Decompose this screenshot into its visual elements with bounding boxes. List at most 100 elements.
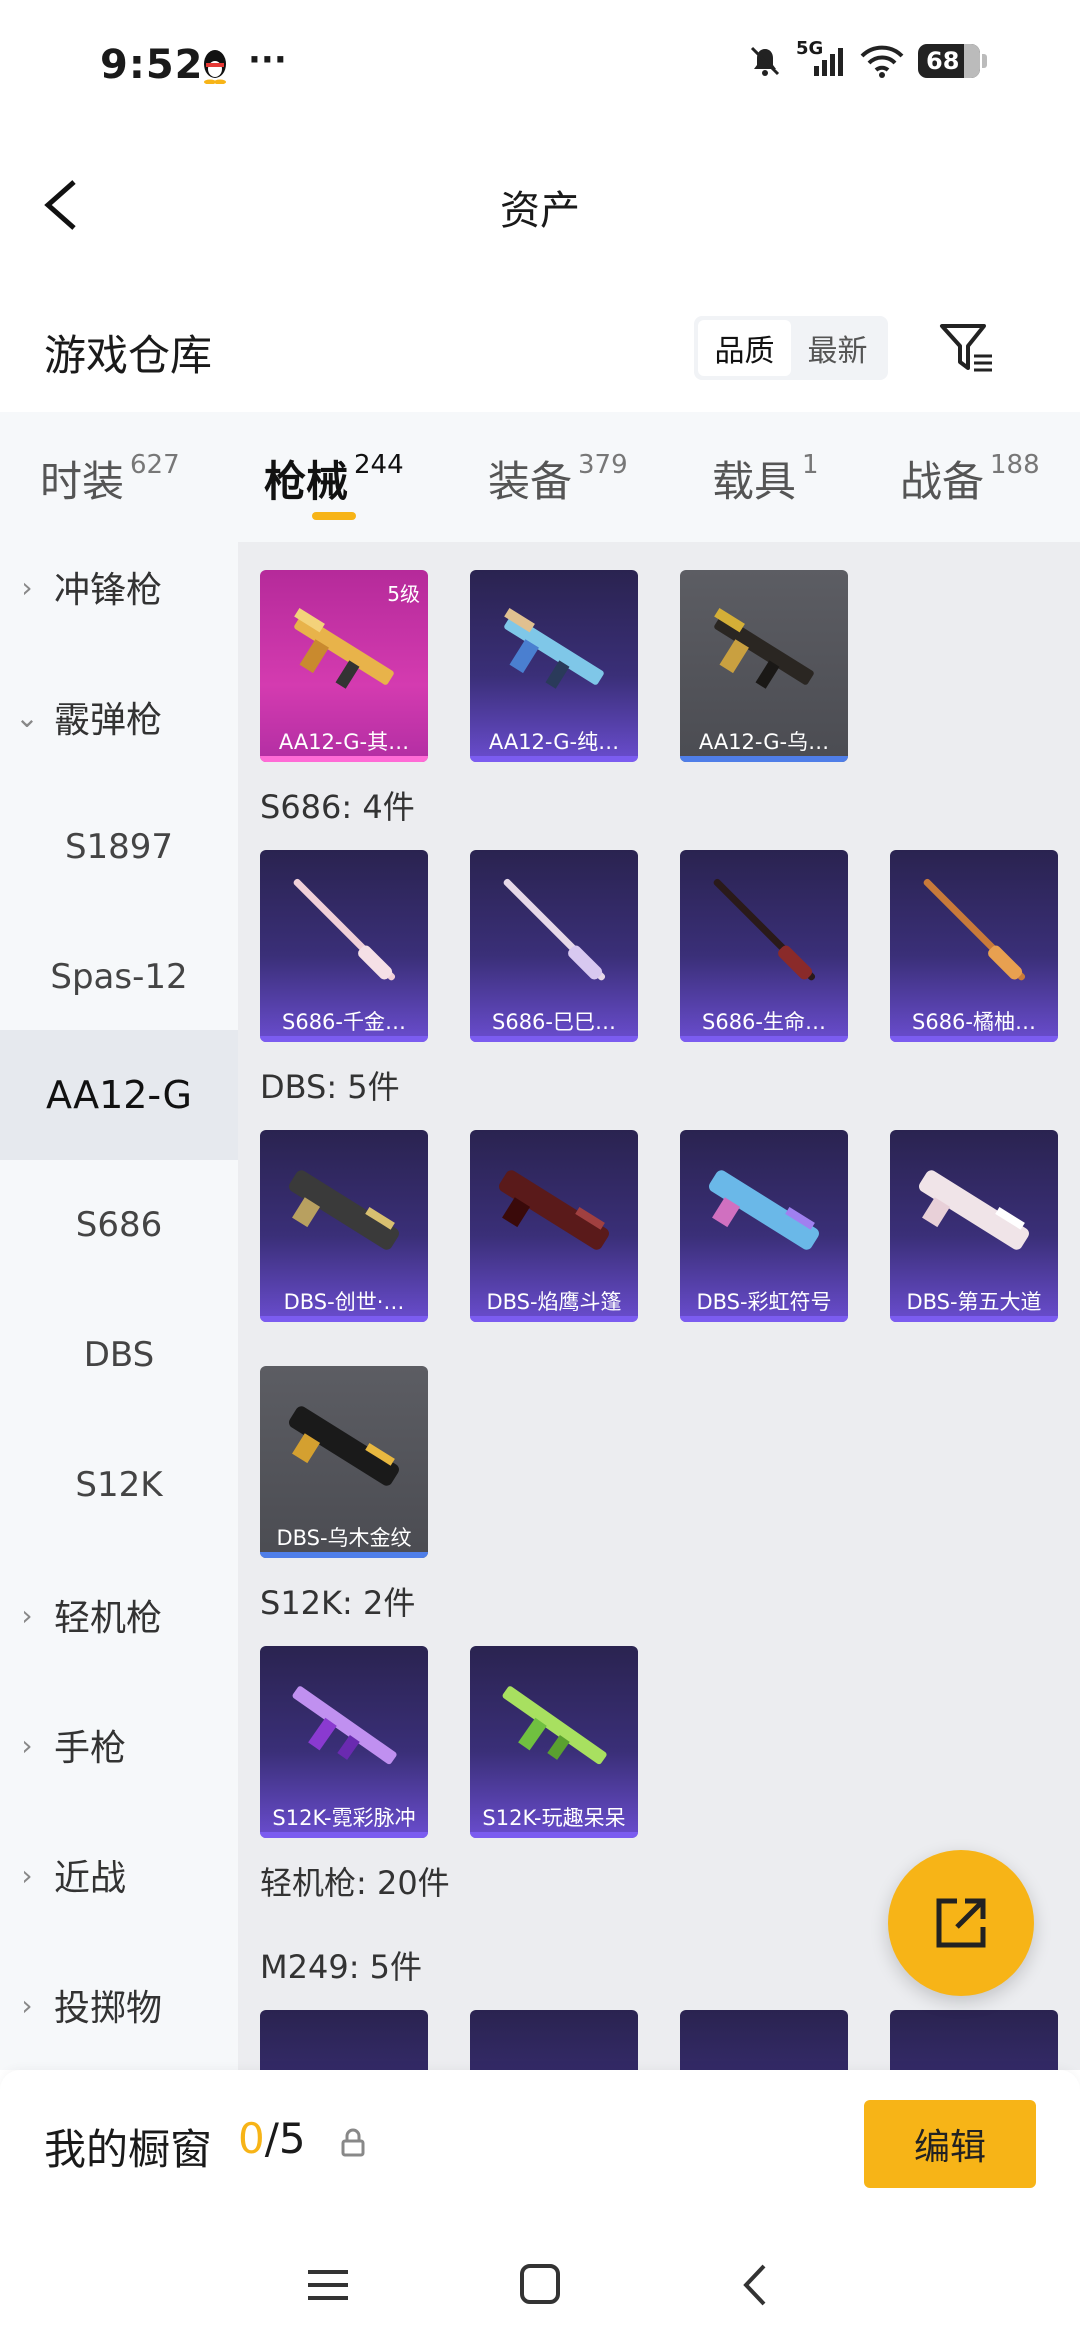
- lock-icon: [341, 2128, 365, 2157]
- sidebar-item-label: 冲锋枪: [54, 570, 163, 611]
- sidebar-item-pistol[interactable]: › 手枪: [0, 1680, 238, 1810]
- sidebar-item-s686[interactable]: S686: [0, 1160, 238, 1290]
- tab-supplies[interactable]: 战备 188: [900, 448, 1040, 509]
- menu-icon[interactable]: [298, 2260, 358, 2310]
- section-label-dbs: DBS: 5件: [260, 1068, 400, 1106]
- weapon-image: [713, 878, 816, 981]
- section-label-s12k: S12K: 2件: [260, 1584, 416, 1622]
- sidebar-item-s12k[interactable]: S12K: [0, 1420, 238, 1550]
- tab-firearms[interactable]: 枪械 244: [264, 448, 404, 509]
- showcase-count: 0/5: [238, 2114, 306, 2163]
- sidebar-item-dbs[interactable]: DBS: [0, 1290, 238, 1420]
- chevron-right-icon: ›: [21, 1598, 33, 1632]
- page-title: 资产: [500, 188, 580, 234]
- tab-vehicles[interactable]: 载具 1: [712, 448, 819, 509]
- weapon-card[interactable]: [260, 2010, 428, 2070]
- system-back-icon[interactable]: [726, 2260, 786, 2310]
- weapon-card[interactable]: DBS-创世·…: [260, 1130, 428, 1322]
- sidebar-item-melee[interactable]: › 近战: [0, 1810, 238, 1940]
- weapon-card[interactable]: DBS-焰鹰斗篷: [470, 1130, 638, 1322]
- showcase-total: /5: [264, 2114, 306, 2163]
- weapon-name: DBS-第五大道: [906, 1290, 1042, 1314]
- tab-fashion[interactable]: 时装 627: [40, 448, 180, 509]
- rarity-bar: [260, 1036, 428, 1042]
- weapon-image: [714, 608, 814, 689]
- weapon-card[interactable]: [680, 2010, 848, 2070]
- warehouse-title: 游戏仓库: [44, 331, 213, 380]
- tab-label: 时装: [40, 457, 125, 506]
- share-icon: [936, 1898, 986, 1948]
- weapon-name: S686-千金…: [282, 1010, 406, 1034]
- system-navigation-bar: [0, 2220, 1080, 2347]
- sidebar-item-throwable[interactable]: › 投掷物: [0, 1940, 238, 2070]
- weapon-card[interactable]: S686-橘柚…: [890, 850, 1058, 1042]
- rarity-bar: [470, 1832, 638, 1838]
- weapon-image: [289, 1170, 399, 1250]
- section-label-lmg: 轻机枪: 20件: [260, 1864, 450, 1902]
- weapon-card[interactable]: S686-千金…: [260, 850, 428, 1042]
- sidebar-item-spas12[interactable]: Spas-12: [0, 912, 238, 1042]
- chevron-right-icon: ›: [21, 1728, 33, 1762]
- rarity-bar: [890, 1036, 1058, 1042]
- sort-quality-option[interactable]: 品质: [698, 320, 791, 376]
- weapon-card[interactable]: S12K-霓彩脉冲: [260, 1646, 428, 1838]
- weapon-card[interactable]: [890, 2010, 1058, 2070]
- weapon-image: [294, 608, 394, 689]
- weapon-name: AA12-G-纯…: [488, 730, 620, 754]
- weapon-card[interactable]: DBS-乌木金纹: [260, 1366, 428, 1558]
- tab-equipment[interactable]: 装备 379: [488, 448, 628, 509]
- sidebar-item-label: S12K: [75, 1465, 163, 1505]
- sidebar-item-label: AA12-G: [46, 1073, 192, 1117]
- share-button[interactable]: [888, 1850, 1034, 1996]
- weapon-card[interactable]: [470, 2010, 638, 2070]
- sidebar-item-label: 霰弹枪: [54, 700, 163, 741]
- weapon-image: [292, 1686, 397, 1765]
- rarity-bar: [260, 756, 428, 762]
- chevron-down-icon: ⌄: [15, 700, 39, 734]
- sidebar-item-shotgun[interactable]: ⌄ 霰弹枪: [0, 652, 238, 782]
- weapon-card[interactable]: AA12-G-乌…: [680, 570, 848, 762]
- chevron-right-icon: ›: [21, 570, 33, 604]
- rarity-bar: [260, 1316, 428, 1322]
- sidebar-item-label: S686: [75, 1205, 163, 1245]
- rarity-bar: [680, 1316, 848, 1322]
- qq-icon: [204, 50, 226, 84]
- weapon-card[interactable]: S12K-玩趣呆呆: [470, 1646, 638, 1838]
- weapon-card[interactable]: DBS-彩虹符号: [680, 1130, 848, 1322]
- weapon-image: [919, 1170, 1029, 1250]
- active-tab-indicator: [312, 512, 356, 520]
- status-bar: 9:52 ··· 5G 68: [0, 0, 1080, 130]
- tab-count: 244: [354, 450, 404, 480]
- sidebar-item-label: 投掷物: [54, 1988, 163, 2029]
- tab-count: 627: [130, 450, 180, 480]
- tab-label: 战备: [900, 457, 985, 506]
- weapon-card[interactable]: 5级 AA12-G-其…: [260, 570, 428, 762]
- section-label-s686: S686: 4件: [260, 788, 415, 826]
- sidebar-item-label: S1897: [64, 827, 174, 867]
- sidebar-item-label: DBS: [83, 1335, 155, 1375]
- status-icons: 5G 68: [748, 38, 987, 78]
- weapon-card[interactable]: AA12-G-纯…: [470, 570, 638, 762]
- sidebar-item-label: 近战: [54, 1858, 127, 1899]
- weapon-card[interactable]: S686-生命…: [680, 850, 848, 1042]
- rarity-bar: [470, 756, 638, 762]
- status-time: 9:52: [100, 42, 204, 88]
- weapon-card[interactable]: DBS-第五大道: [890, 1130, 1058, 1322]
- weapon-name: S12K-霓彩脉冲: [272, 1806, 416, 1830]
- weapon-name: DBS-乌木金纹: [276, 1526, 412, 1550]
- weapon-name: S686-巳巳…: [492, 1010, 616, 1034]
- sidebar-item-smg[interactable]: › 冲锋枪: [0, 522, 238, 652]
- sidebar-item-s1897[interactable]: S1897: [0, 782, 238, 912]
- mute-bell-icon: [750, 46, 780, 76]
- weapon-category-sidebar: › 冲锋枪 ⌄ 霰弹枪 S1897 Spas-12 AA12-G S686 DB…: [0, 542, 238, 2070]
- weapon-card[interactable]: S686-巳巳…: [470, 850, 638, 1042]
- rarity-bar: [470, 1036, 638, 1042]
- sort-latest-option[interactable]: 最新: [791, 320, 884, 376]
- showcase-bar: 我的橱窗 0/5 编辑: [0, 2070, 1080, 2220]
- sidebar-item-lmg[interactable]: › 轻机枪: [0, 1550, 238, 1680]
- edit-button[interactable]: 编辑: [864, 2100, 1036, 2188]
- home-icon[interactable]: [510, 2260, 570, 2310]
- filter-icon[interactable]: [938, 318, 994, 378]
- weapon-name: DBS-焰鹰斗篷: [486, 1290, 622, 1314]
- sidebar-item-aa12g[interactable]: AA12-G: [0, 1030, 238, 1160]
